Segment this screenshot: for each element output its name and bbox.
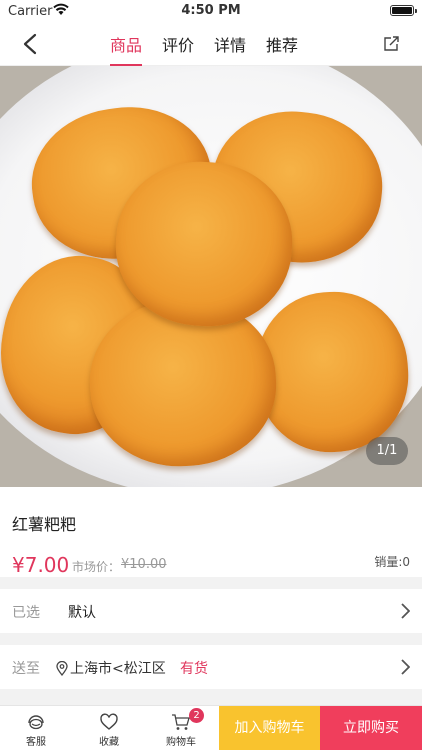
- selected-value: 默认: [68, 605, 96, 621]
- ship-location-text: 上海市<松江区: [70, 661, 166, 677]
- favorite-label: 收藏: [99, 737, 119, 748]
- ship-to-label: 送至: [12, 661, 40, 677]
- cart-button[interactable]: 购物车 2: [151, 706, 211, 750]
- add-to-cart-button[interactable]: 加入购物车: [219, 706, 320, 750]
- customer-service-button[interactable]: 客服: [6, 706, 66, 750]
- spec-select-row[interactable]: 已选 默认: [0, 589, 422, 633]
- product-name: 红薯粑粑: [12, 515, 77, 534]
- chevron-right-icon: [401, 603, 410, 619]
- tab-product[interactable]: 商品: [110, 32, 143, 66]
- tab-reviews[interactable]: 评价: [162, 32, 194, 66]
- top-nav: 商品 评价 详情 推荐: [0, 22, 422, 66]
- stock-status: 有货: [180, 661, 208, 677]
- heart-icon: [100, 713, 118, 730]
- image-pager: 1/1: [366, 437, 408, 465]
- favorite-button[interactable]: 收藏: [79, 706, 139, 750]
- product-price: ¥7.00: [12, 553, 70, 577]
- market-price-label: 市场价：: [72, 560, 121, 574]
- product-info: 红薯粑粑 ¥7.00 市场价： ¥10.00 销量:0: [0, 487, 422, 577]
- tab-bar: 商品 评价 详情 推荐: [110, 32, 298, 66]
- back-arrow-icon[interactable]: [20, 33, 42, 55]
- customer-service-label: 客服: [26, 737, 46, 748]
- market-price: ¥10.00: [121, 557, 167, 572]
- headset-icon: [28, 715, 44, 730]
- tab-details[interactable]: 详情: [214, 32, 246, 66]
- chevron-right-icon: [401, 659, 410, 675]
- bottom-action-bar: 客服 收藏 购物车 2 加入购物车 立即购买: [0, 705, 422, 750]
- location-pin-icon: [56, 660, 68, 676]
- status-bar: Carrier 4:50 PM: [0, 0, 422, 22]
- sales-count: 销量:0: [374, 555, 410, 569]
- cart-icon: [172, 714, 190, 730]
- buy-now-button[interactable]: 立即购买: [320, 706, 422, 750]
- product-image[interactable]: 1/1: [0, 66, 422, 487]
- battery-icon: [390, 5, 417, 16]
- shipping-row[interactable]: 送至 上海市<松江区 有货: [0, 645, 422, 689]
- cart-count-badge: 2: [189, 708, 204, 723]
- ship-location: 上海市<松江区: [56, 658, 166, 678]
- clock: 4:50 PM: [181, 3, 241, 18]
- tab-recommend[interactable]: 推荐: [266, 32, 298, 66]
- share-icon[interactable]: [382, 35, 400, 53]
- cart-label: 购物车: [166, 737, 196, 748]
- selected-label: 已选: [12, 605, 40, 621]
